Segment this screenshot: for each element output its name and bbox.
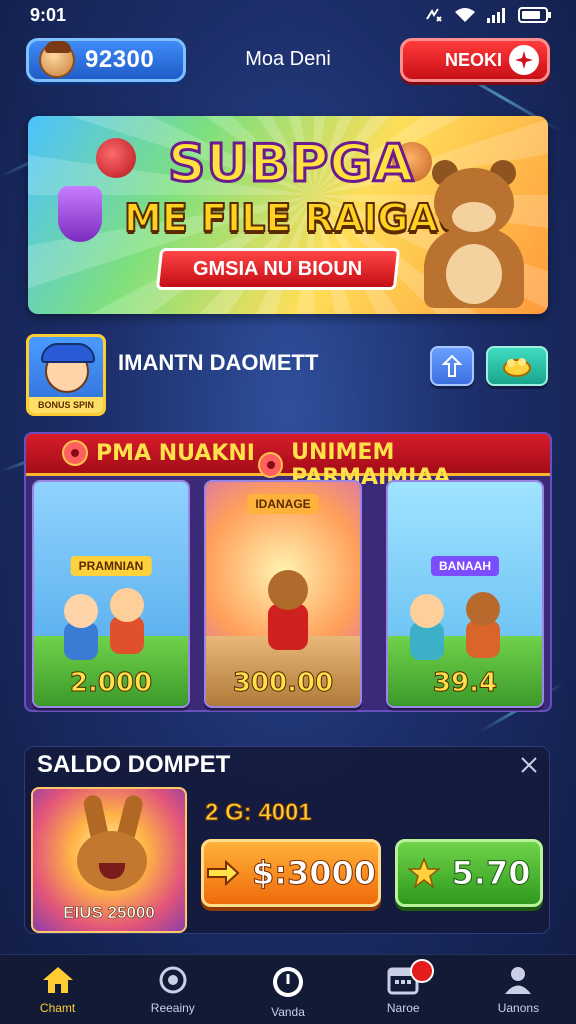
nav-item-home[interactable]: Chamt bbox=[0, 955, 115, 1024]
featured-game-row: BONUS SPIN IMANTN DAOMETT bbox=[26, 334, 550, 416]
status-bar: 9:01 bbox=[0, 0, 576, 30]
bear-character bbox=[466, 592, 500, 626]
bear-mascot bbox=[420, 160, 530, 308]
signal-icon bbox=[487, 8, 505, 23]
notification-badge bbox=[409, 959, 434, 983]
wallet-title: SALDO DOMPET bbox=[37, 751, 231, 778]
wallet-art: EIUS 25000 bbox=[31, 787, 187, 933]
card-value: 39.4 bbox=[432, 668, 498, 699]
category-tabs: PMA NUAKNI UNIMEM PARMAIMIAA bbox=[26, 434, 550, 490]
tab-label: PMA NUAKNI bbox=[96, 440, 255, 466]
header-action-button[interactable]: NEOKI bbox=[400, 38, 550, 82]
target-icon bbox=[159, 966, 187, 994]
card-value: 300.00 bbox=[232, 668, 334, 699]
thumbnail-label: BONUS SPIN bbox=[29, 397, 103, 413]
home-icon bbox=[42, 967, 73, 993]
kid-character bbox=[110, 588, 144, 622]
card-tag: BANAAH bbox=[431, 556, 499, 576]
close-icon bbox=[521, 757, 537, 773]
purple-potion-icon bbox=[58, 186, 102, 242]
nav-item-target[interactable]: Reeainy bbox=[115, 955, 230, 1024]
data-sync-icon bbox=[426, 8, 442, 22]
treasure-icon bbox=[503, 358, 531, 377]
kid-character bbox=[410, 594, 444, 628]
nav-item-clock[interactable]: Vanda bbox=[230, 955, 345, 1024]
cap-icon bbox=[41, 343, 95, 363]
wallet-amount: 2 G: 4001 bbox=[205, 799, 313, 827]
deposit-button-label: $:3000 bbox=[251, 854, 377, 893]
kid-character bbox=[64, 594, 98, 628]
bottom-navigation: Chamt Reeainy Vanda Naroe Uanons bbox=[0, 954, 576, 1024]
game-categories-panel: PMA NUAKNI UNIMEM PARMAIMIAA PRAMNIAN 2.… bbox=[24, 432, 552, 712]
featured-game-thumbnail[interactable]: BONUS SPIN bbox=[26, 334, 106, 416]
nav-label: Reeainy bbox=[150, 1001, 195, 1015]
tab-category-1[interactable]: PMA NUAKNI bbox=[62, 440, 255, 466]
promo-banner[interactable]: SUBPGA ME FILE RAIGAOI GMSIA NU BIOUN bbox=[28, 116, 548, 314]
star-icon bbox=[407, 857, 440, 889]
card-tag: PRAMNIAN bbox=[70, 556, 152, 576]
red-bird-mascot bbox=[96, 138, 136, 178]
nav-item-calendar[interactable]: Naroe bbox=[346, 955, 461, 1024]
reward-button[interactable]: 5.70 bbox=[395, 839, 543, 907]
top-header: 92300 Moa Deni NEOKI bbox=[0, 38, 576, 84]
bear-character bbox=[268, 570, 308, 610]
nav-label: Naroe bbox=[386, 1001, 420, 1015]
nav-label: Vanda bbox=[271, 1005, 305, 1019]
arrow-right-icon bbox=[206, 860, 240, 886]
game-card[interactable]: IDANAGE 300.00 bbox=[204, 480, 362, 708]
game-card[interactable]: PRAMNIAN 2.000 bbox=[32, 480, 190, 708]
tab-bullet-icon bbox=[62, 440, 88, 466]
banner-ribbon-text: GMSIA NU BIOUN bbox=[193, 257, 363, 280]
featured-game-name: IMANTN DAOMETT bbox=[118, 350, 319, 375]
status-icons bbox=[424, 6, 552, 24]
banner-ribbon: GMSIA NU BIOUN bbox=[155, 248, 401, 290]
user-icon bbox=[505, 967, 532, 994]
game-card[interactable]: BANAAH 39.4 bbox=[386, 480, 544, 708]
upload-button[interactable] bbox=[430, 346, 474, 386]
nav-item-profile[interactable]: Uanons bbox=[461, 955, 576, 1024]
card-tag: IDANAGE bbox=[247, 494, 319, 514]
deposit-button[interactable]: $:3000 bbox=[201, 839, 381, 907]
wallet-art-label: EIUS 25000 bbox=[63, 903, 155, 923]
banner-logo: SUBPGA bbox=[166, 133, 415, 196]
treasure-button[interactable] bbox=[486, 346, 548, 386]
status-time: 9:01 bbox=[30, 4, 67, 25]
bear-character bbox=[268, 604, 308, 650]
tab-bullet-icon bbox=[258, 452, 284, 478]
wifi-icon bbox=[455, 8, 475, 22]
upload-icon bbox=[441, 354, 463, 377]
reward-button-label: 5.70 bbox=[451, 854, 531, 893]
clock-icon bbox=[273, 967, 303, 997]
battery-icon bbox=[518, 7, 551, 23]
nav-label: Uanons bbox=[497, 1001, 540, 1015]
nav-label: Chamt bbox=[39, 1001, 76, 1015]
sparkle-icon bbox=[509, 45, 539, 75]
header-action-label: NEOKI bbox=[445, 49, 503, 70]
wallet-balance-panel: SALDO DOMPET EIUS 25000 2 G: 4001 $:3000… bbox=[24, 746, 550, 934]
rabbit-mascot bbox=[77, 831, 147, 891]
close-button[interactable] bbox=[517, 753, 541, 777]
card-value: 2.000 bbox=[69, 668, 153, 699]
